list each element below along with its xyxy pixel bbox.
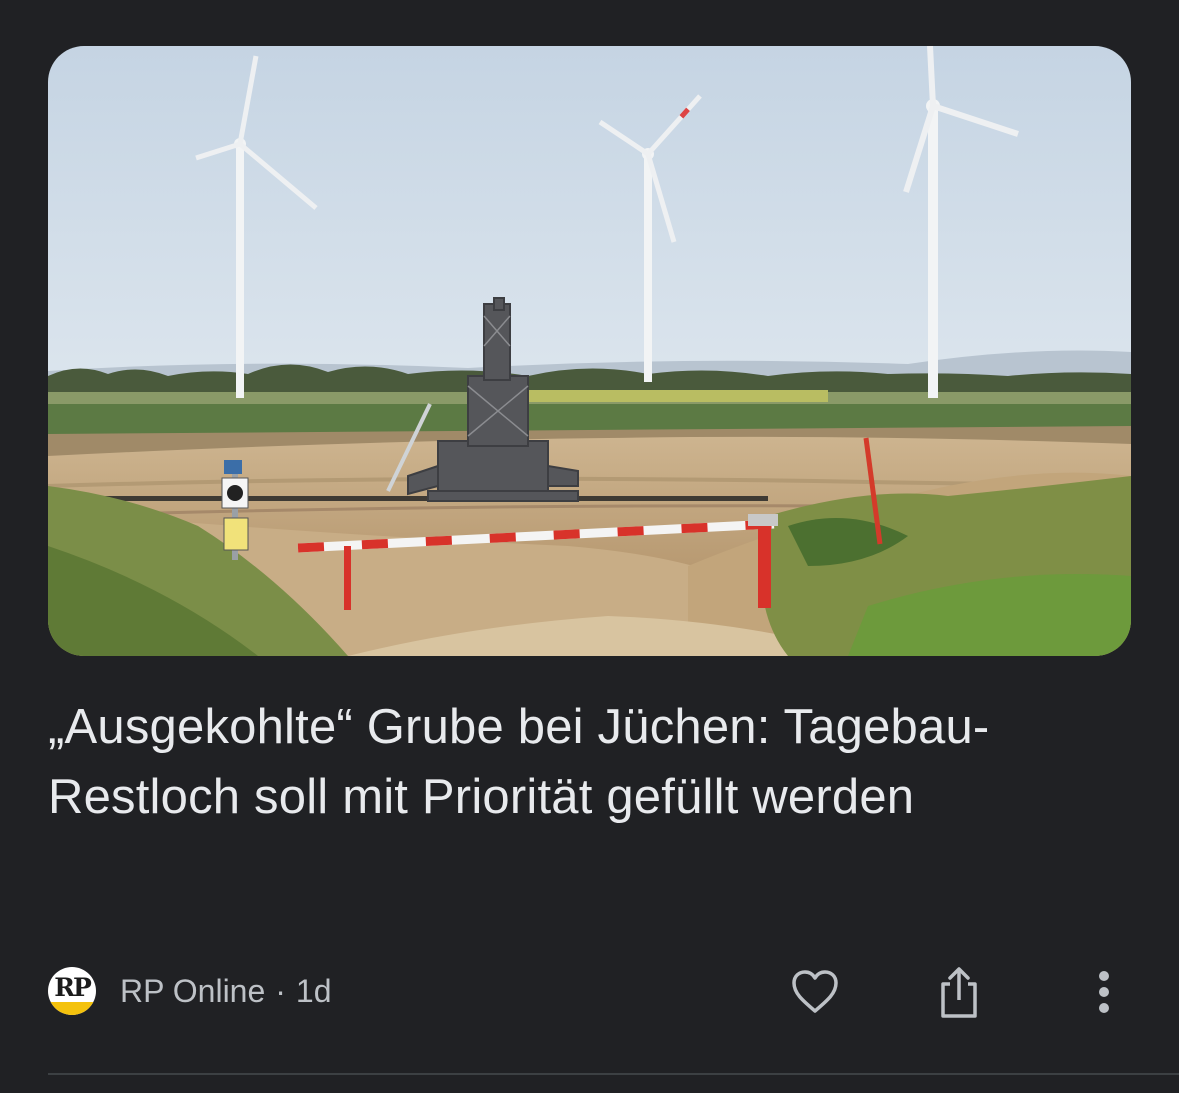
meta-separator: · (275, 972, 286, 1009)
share-button[interactable] (927, 960, 991, 1024)
more-options-button[interactable] (1072, 960, 1136, 1024)
card-divider (48, 1073, 1179, 1075)
publisher-name[interactable]: RP Online (120, 973, 265, 1010)
share-icon (941, 967, 977, 1018)
article-image[interactable] (48, 46, 1131, 656)
heart-outline-icon (792, 970, 838, 1013)
article-headline[interactable]: „Ausgekohlte“ Grube bei Jüchen: Tagebau-… (48, 692, 1108, 832)
publisher-logo-text: RP (54, 973, 92, 1002)
like-button[interactable] (783, 960, 847, 1024)
publisher-logo-stripe (48, 1002, 96, 1015)
article-age: 1d (295, 972, 332, 1009)
more-vert-icon (1099, 971, 1109, 1013)
publisher-logo: RP (48, 967, 96, 1015)
news-card: „Ausgekohlte“ Grube bei Jüchen: Tagebau-… (0, 0, 1179, 1093)
open-pit-mine-photo (48, 46, 1131, 656)
article-meta: RP RP Online · 1d (48, 966, 332, 1016)
